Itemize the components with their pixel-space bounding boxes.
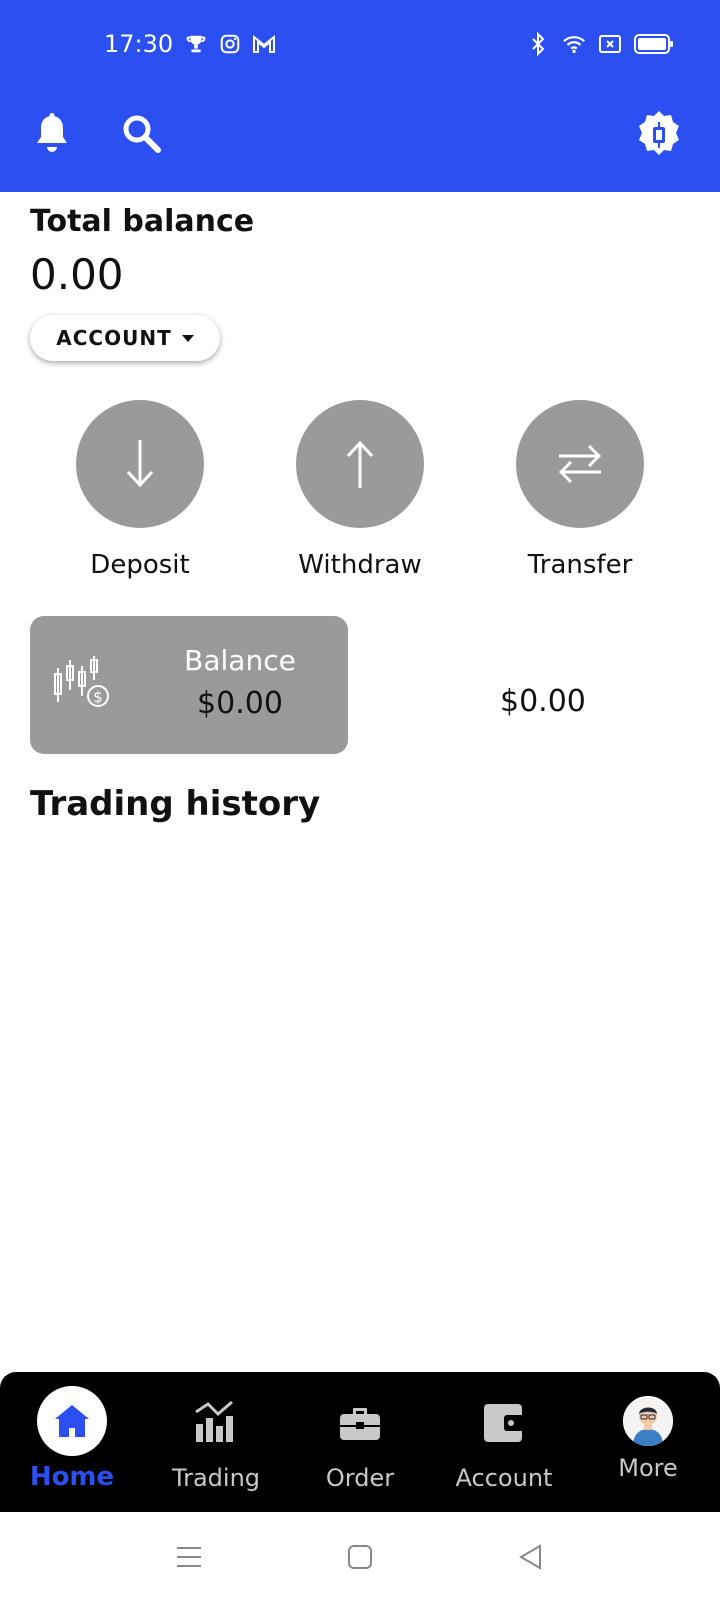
arrow-down-icon xyxy=(126,440,154,488)
nav-home-label: Home xyxy=(29,1462,115,1492)
menu-icon[interactable] xyxy=(174,1542,204,1572)
withdraw-button[interactable] xyxy=(296,400,424,528)
status-notification-icons xyxy=(184,32,276,56)
caret-down-icon xyxy=(181,334,194,342)
home-icon xyxy=(55,1405,89,1437)
balance-card-value: $0.00 xyxy=(197,686,283,721)
nav-trading-label: Trading xyxy=(171,1464,261,1492)
wallet-icon xyxy=(484,1404,524,1442)
trophy-icon xyxy=(184,32,208,56)
gmail-icon xyxy=(252,32,276,56)
transfer-button[interactable] xyxy=(516,400,644,528)
transfer-icon xyxy=(558,444,602,484)
total-balance-label: Total balance xyxy=(30,204,255,239)
nav-account[interactable]: Account xyxy=(432,1372,576,1512)
status-system-icons xyxy=(526,32,674,56)
settings-icon[interactable] xyxy=(632,108,686,162)
secondary-balance-value: $0.00 xyxy=(500,684,586,719)
account-dropdown-button[interactable]: ACCOUNT xyxy=(30,315,220,361)
bell-icon[interactable] xyxy=(32,112,72,156)
deposit-label: Deposit xyxy=(90,550,190,580)
deposit-button[interactable] xyxy=(76,400,204,528)
nav-more-label: More xyxy=(618,1454,678,1482)
instagram-icon xyxy=(218,32,242,56)
nav-order-label: Order xyxy=(325,1464,395,1492)
svg-text:$: $ xyxy=(93,688,103,706)
account-dropdown-label: ACCOUNT xyxy=(56,326,172,350)
avatar xyxy=(623,1396,673,1446)
balance-card[interactable]: $ Balance $0.00 xyxy=(30,616,348,754)
candlestick-dollar-icon: $ xyxy=(52,654,112,714)
briefcase-icon xyxy=(340,1408,380,1440)
nav-account-label: Account xyxy=(455,1464,553,1492)
search-icon[interactable] xyxy=(120,112,164,156)
battery-icon xyxy=(634,32,674,56)
nav-trading[interactable]: Trading xyxy=(144,1372,288,1512)
bottom-nav: Home Trading Order Account More xyxy=(0,1372,720,1512)
home-icon-circle xyxy=(37,1386,107,1456)
arrow-up-icon xyxy=(346,440,374,488)
system-nav-bar xyxy=(0,1512,720,1600)
nav-order[interactable]: Order xyxy=(288,1372,432,1512)
sim-icon xyxy=(598,32,622,56)
nav-home[interactable]: Home xyxy=(0,1372,144,1512)
balance-card-label: Balance xyxy=(184,644,296,677)
total-balance-value: 0.00 xyxy=(30,250,124,299)
transfer-label: Transfer xyxy=(527,550,633,580)
wifi-icon xyxy=(562,32,586,56)
nav-more[interactable]: More xyxy=(576,1372,720,1512)
status-time: 17:30 xyxy=(104,30,174,58)
trading-history-title: Trading history xyxy=(30,784,321,824)
home-square-icon[interactable] xyxy=(345,1542,375,1572)
bluetooth-icon xyxy=(526,32,550,56)
chart-icon xyxy=(195,1400,233,1442)
top-bar: 17:30 xyxy=(0,0,720,192)
withdraw-label: Withdraw xyxy=(298,550,422,580)
back-icon[interactable] xyxy=(516,1542,546,1572)
